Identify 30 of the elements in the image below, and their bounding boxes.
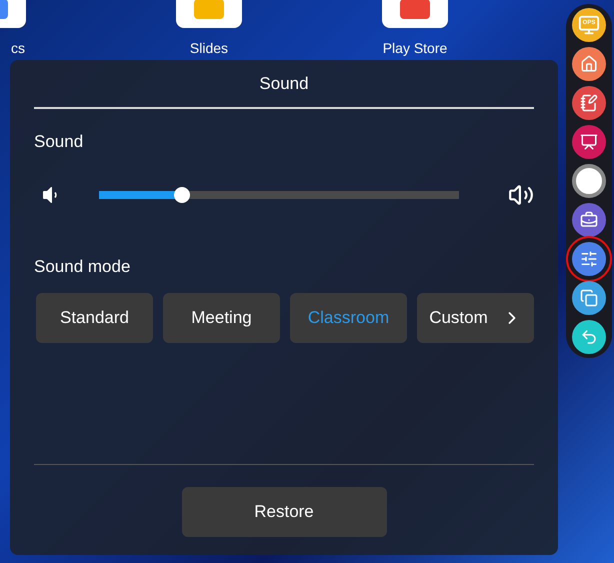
dock-button[interactable] [572,242,606,276]
dock-button[interactable] [572,164,606,198]
app-label: Play Store [382,39,448,58]
app-tile[interactable] [176,0,242,28]
app-tile[interactable] [382,0,448,28]
dock-button[interactable] [572,203,606,237]
app-label: cs [11,39,25,58]
volume-low-icon [42,186,57,204]
dialog-title: Sound [259,72,309,95]
home-icon [580,55,598,73]
sound-mode-button[interactable]: Meeting [163,293,280,343]
dock-button[interactable] [572,86,606,120]
windows-icon [580,289,598,307]
restore-button[interactable]: Restore [182,487,386,537]
dock-button[interactable] [572,320,606,354]
sliders-icon [580,250,598,268]
volume-slider-thumb[interactable] [174,186,190,202]
sound-mode-label: Sound mode [34,256,130,278]
dock-button[interactable] [572,47,606,81]
dock-button[interactable] [572,125,606,159]
note-pen-icon [580,94,598,112]
back-arrow-icon [580,328,598,346]
sound-mode-button[interactable]: Classroom [290,293,407,343]
sound-mode-button[interactable]: Custom [417,293,534,343]
app-label: Slides [190,39,228,58]
toolbox-icon [580,211,598,229]
presentation-board-icon [580,133,598,151]
dock-button[interactable] [572,281,606,315]
sound-label: Sound [34,131,84,153]
sound-mode-button[interactable]: Standard [36,293,153,343]
